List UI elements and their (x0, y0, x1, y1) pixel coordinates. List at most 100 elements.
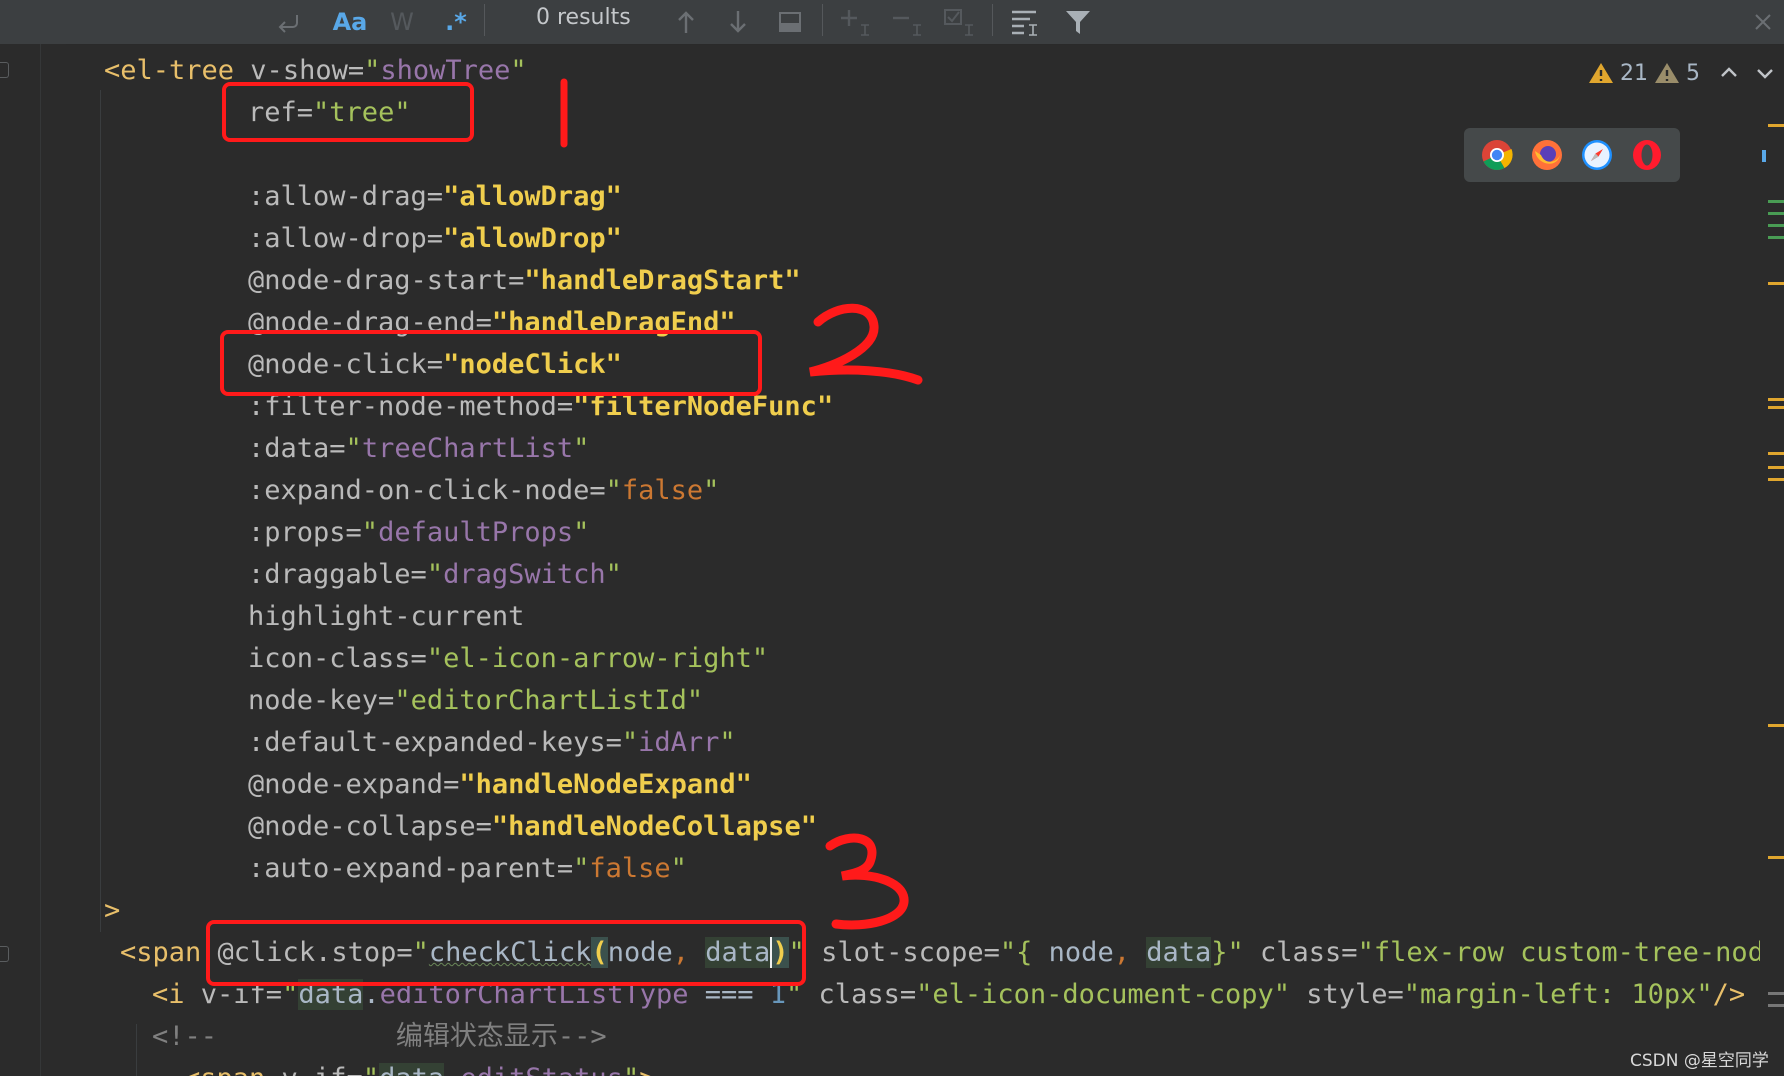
find-toolbar: Aa W .* 0 results (0, 0, 1784, 45)
in-selection-button[interactable] (1006, 0, 1046, 44)
next-occurrence-button[interactable] (720, 0, 756, 44)
opera-icon[interactable] (1631, 139, 1663, 171)
code-token: "{ (999, 937, 1049, 968)
change-marker[interactable] (1768, 200, 1784, 203)
select-all-button[interactable] (940, 0, 980, 44)
code-token: " (621, 727, 639, 758)
firefox-icon[interactable] (1531, 139, 1563, 171)
warning-marker[interactable] (1768, 406, 1784, 409)
code-token: <span (120, 937, 202, 968)
code-token: :allow-drag= (248, 181, 444, 212)
code-token: data (379, 1063, 445, 1076)
toolbar-divider (992, 4, 993, 36)
code-token: class= (1243, 937, 1358, 968)
code-line-15: icon-class="el-icon-arrow-right" (248, 638, 768, 680)
code-token: node (1048, 937, 1114, 968)
code-token: node-key= (248, 685, 395, 716)
select-all-occurrences-button[interactable] (772, 0, 808, 44)
code-token: @node-expand= (248, 769, 460, 800)
next-highlight-button[interactable] (1754, 56, 1776, 90)
match-case-button[interactable]: Aa (330, 0, 370, 44)
add-occurrence-button[interactable] (836, 0, 876, 44)
change-marker[interactable] (1762, 150, 1766, 162)
code-token: "flex-row custom-tree-node f (1357, 937, 1760, 968)
warning-marker[interactable] (1768, 124, 1784, 127)
chevron-down-icon (1757, 69, 1773, 79)
change-marker[interactable] (1768, 212, 1784, 215)
code-token: > (639, 1063, 655, 1076)
code-line-6: @node-drag-start="handleDragStart" (248, 260, 801, 302)
window-icon (779, 12, 801, 32)
warning-marker[interactable] (1768, 856, 1784, 859)
warning-indicator[interactable]: 5 (1654, 56, 1700, 90)
error-indicator[interactable]: 21 (1588, 56, 1648, 90)
filter-button[interactable] (1058, 0, 1098, 44)
code-line-19: @node-collapse="handleNodeCollapse" (248, 806, 817, 848)
code-token: > (104, 895, 121, 926)
regex-button[interactable]: .* (436, 0, 476, 44)
code-token: "allowDrop" (443, 223, 622, 254)
add-selection-icon (841, 10, 869, 36)
warning-marker[interactable] (1768, 282, 1784, 285)
change-marker[interactable] (1768, 224, 1784, 227)
code-line-18: @node-expand="handleNodeExpand" (248, 764, 752, 806)
warning-marker[interactable] (1768, 452, 1784, 455)
code-token: "handleNodeCollapse" (491, 811, 817, 842)
code-line-4: :allow-drag="allowDrag" (248, 176, 622, 218)
warning-marker[interactable] (1768, 466, 1784, 469)
indent-guide (136, 1024, 137, 1076)
code-token: " (345, 433, 362, 464)
undo-icon[interactable] (268, 0, 308, 44)
code-line-12: :props="defaultProps" (248, 512, 589, 554)
search-results-count: 0 results (536, 5, 631, 30)
indent-guide (100, 90, 101, 932)
code-token: class= (802, 979, 917, 1010)
code-line-14: highlight-current (248, 596, 524, 638)
close-search-button[interactable] (1748, 0, 1778, 44)
code-token: :draggable= (248, 559, 427, 590)
code-token: data (1146, 937, 1212, 968)
code-token: "handleDragStart" (524, 265, 801, 296)
code-token: editStatus (460, 1063, 623, 1076)
code-token: @node-drag-start= (248, 265, 525, 296)
warning-triangle-icon (1589, 63, 1613, 83)
code-token: :auto-expand-parent= (248, 853, 574, 884)
code-token: false (621, 475, 704, 506)
code-token: /> (1712, 979, 1746, 1010)
annotation-box-2 (220, 330, 762, 396)
code-token: " (605, 475, 622, 506)
remove-occurrence-button[interactable] (888, 0, 928, 44)
code-token: "margin-left: 10px" (1403, 979, 1713, 1010)
up-arrow-icon (678, 11, 694, 33)
code-line-13: :draggable="dragSwitch" (248, 554, 622, 596)
code-line-20: :auto-expand-parent="false" (248, 848, 687, 890)
scroll-marker[interactable] (1768, 1004, 1784, 1007)
remove-selection-icon (893, 16, 921, 36)
warning-marker[interactable] (1768, 478, 1784, 481)
code-token: " (623, 1063, 639, 1076)
whole-words-button[interactable]: W (382, 0, 422, 44)
annotation-number-1 (560, 78, 568, 148)
warning-count: 5 (1686, 60, 1700, 86)
code-token: "el-icon-arrow-right" (426, 643, 769, 674)
code-line-5: :allow-drop="allowDrop" (248, 218, 622, 260)
code-token: icon-class= (248, 643, 427, 674)
previous-highlight-button[interactable] (1718, 56, 1740, 90)
code-token: " (426, 559, 444, 590)
warning-marker[interactable] (1768, 724, 1784, 727)
previous-occurrence-button[interactable] (668, 0, 704, 44)
code-token: "el-icon-document-copy" (916, 979, 1290, 1010)
scroll-marker[interactable] (1768, 992, 1784, 995)
safari-icon[interactable] (1581, 139, 1613, 171)
code-token: . (444, 1063, 460, 1076)
code-token: :data= (248, 433, 346, 464)
chrome-icon[interactable] (1481, 139, 1513, 171)
code-token: " (573, 517, 590, 548)
code-line-11: :expand-on-click-node="false" (248, 470, 719, 512)
toolbar-divider (822, 4, 823, 36)
warning-marker[interactable] (1768, 398, 1784, 401)
change-marker[interactable] (1768, 236, 1784, 239)
code-token: <i (152, 979, 185, 1010)
code-token: :default-expanded-keys= (248, 727, 622, 758)
code-token: " (703, 475, 720, 506)
